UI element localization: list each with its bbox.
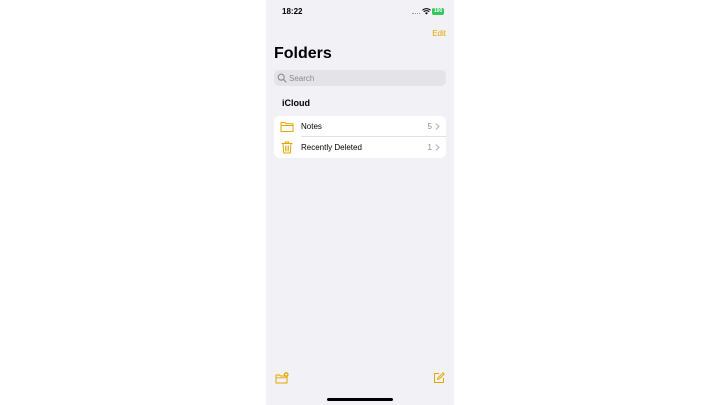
page-title: Folders <box>274 45 332 62</box>
new-folder-icon[interactable] <box>275 372 289 384</box>
folder-row-recently-deleted[interactable]: Recently Deleted 1 <box>274 137 446 158</box>
folder-count: 1 <box>427 143 432 152</box>
search-icon <box>277 73 287 83</box>
search-bar[interactable] <box>274 70 446 86</box>
cellular-signal-icon <box>412 13 420 15</box>
search-input[interactable] <box>289 70 439 86</box>
compose-icon[interactable] <box>433 372 445 384</box>
edit-button[interactable]: Edit <box>432 29 446 38</box>
folder-name: Recently Deleted <box>301 143 362 152</box>
trash-icon <box>281 141 293 154</box>
folder-row-notes[interactable]: Notes 5 <box>274 116 446 137</box>
chevron-right-icon <box>435 144 440 151</box>
chevron-right-icon <box>435 123 440 130</box>
notes-app-screen: 18:22 100 Edit Folders iCloud Notes 5 <box>266 0 454 405</box>
home-indicator[interactable] <box>327 398 393 401</box>
folder-count: 5 <box>427 122 432 131</box>
folder-name: Notes <box>301 122 322 131</box>
battery-indicator: 100 <box>432 8 444 15</box>
folder-list: Notes 5 Recently Deleted 1 <box>274 116 446 158</box>
status-bar: 18:22 100 <box>266 0 454 24</box>
wifi-icon <box>422 8 431 15</box>
folder-icon <box>280 122 294 132</box>
section-header-icloud: iCloud <box>282 98 310 108</box>
status-time: 18:22 <box>282 7 303 16</box>
